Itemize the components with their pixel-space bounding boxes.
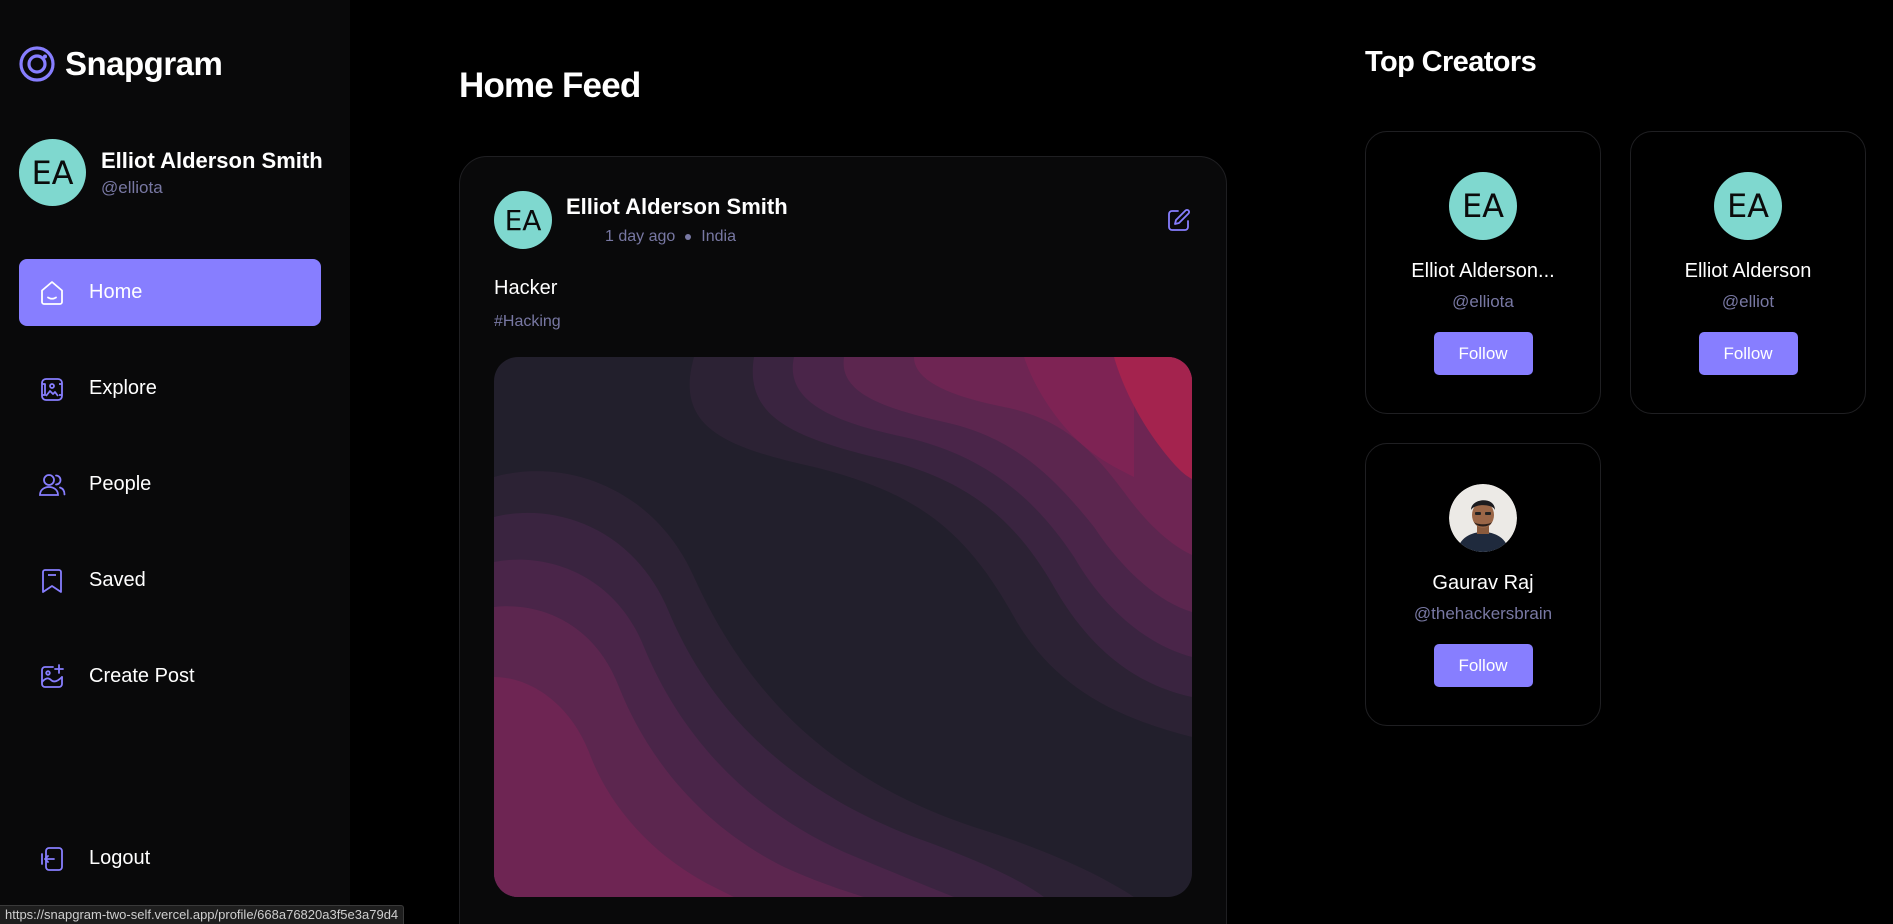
- post-caption: Hacker: [494, 277, 558, 299]
- top-creators-title: Top Creators: [1365, 46, 1537, 78]
- page-title: Home Feed: [459, 66, 641, 105]
- nav-label: Home: [89, 281, 143, 303]
- avatar: EA: [1449, 172, 1517, 240]
- follow-button[interactable]: Follow: [1433, 644, 1533, 687]
- camera-logo-icon: [19, 46, 55, 82]
- avatar: EA: [1714, 172, 1782, 240]
- follow-button[interactable]: Follow: [1698, 332, 1798, 375]
- nav-label: People: [89, 473, 152, 495]
- creator-handle: @thehackersbrain: [1413, 604, 1553, 623]
- creator-card[interactable]: EA Elliot Alderson @elliot Follow: [1630, 131, 1866, 414]
- left-sidebar: Snapgram EA Elliot Alderson Smith @ellio…: [0, 0, 350, 924]
- post-tags[interactable]: #Hacking: [494, 313, 561, 331]
- profile-name: Elliot Alderson Smith: [101, 147, 323, 173]
- nav-label: Explore: [89, 377, 157, 399]
- creator-card[interactable]: EA Elliot Alderson... @elliota Follow: [1365, 131, 1601, 414]
- nav-item-home[interactable]: Home: [19, 259, 321, 326]
- edit-icon[interactable]: [1166, 207, 1192, 233]
- nav-item-explore[interactable]: Explore: [19, 355, 321, 422]
- bookmark-icon: [42, 568, 62, 593]
- app-name: Snapgram: [65, 45, 223, 82]
- creator-handle: @elliota: [1452, 292, 1514, 311]
- post-header: EA Elliot Alderson Smith 1 day ago India: [494, 191, 788, 249]
- post-meta: 1 day ago India: [566, 228, 788, 246]
- profile-handle: @elliota: [101, 177, 163, 197]
- post-card: EA Elliot Alderson Smith 1 day ago India…: [459, 156, 1227, 924]
- creator-name: Elliot Alderson...: [1411, 260, 1555, 282]
- wave-image: [494, 357, 1192, 897]
- post-time: 1 day ago: [605, 228, 676, 245]
- post-image[interactable]: [494, 357, 1192, 897]
- logout-icon: [41, 846, 63, 871]
- nav-item-people[interactable]: People: [19, 451, 321, 518]
- app-logo[interactable]: Snapgram: [19, 45, 223, 83]
- nav-item-saved[interactable]: Saved: [19, 547, 321, 614]
- status-bar-url: https://snapgram-two-self.vercel.app/pro…: [0, 905, 405, 924]
- nav-item-create-post[interactable]: Create Post: [19, 643, 321, 710]
- creator-card[interactable]: Gaurav Raj @thehackersbrain Follow: [1365, 443, 1601, 726]
- people-icon: [39, 473, 66, 496]
- creator-name: Elliot Alderson: [1684, 260, 1812, 282]
- profile-summary[interactable]: EA Elliot Alderson Smith @elliota: [19, 139, 323, 206]
- avatar-photo: [1449, 484, 1517, 552]
- create-post-icon: [41, 663, 64, 688]
- logout-button[interactable]: Logout: [19, 825, 321, 892]
- avatar: EA: [19, 139, 86, 206]
- creator-handle: @elliot: [1721, 292, 1775, 311]
- nav-label: Saved: [89, 569, 146, 591]
- post-author-avatar[interactable]: EA: [494, 191, 552, 249]
- follow-button[interactable]: Follow: [1433, 332, 1533, 375]
- nav-label: Create Post: [89, 665, 195, 687]
- home-icon: [41, 280, 63, 305]
- creator-name: Gaurav Raj: [1432, 572, 1534, 594]
- separator-dot: [685, 234, 692, 240]
- post-author-name[interactable]: Elliot Alderson Smith: [566, 194, 788, 220]
- logout-label: Logout: [89, 847, 151, 869]
- main-nav: Home Explore People Saved Create Post: [19, 259, 321, 739]
- post-location: India: [701, 228, 736, 245]
- explore-icon: [41, 377, 63, 401]
